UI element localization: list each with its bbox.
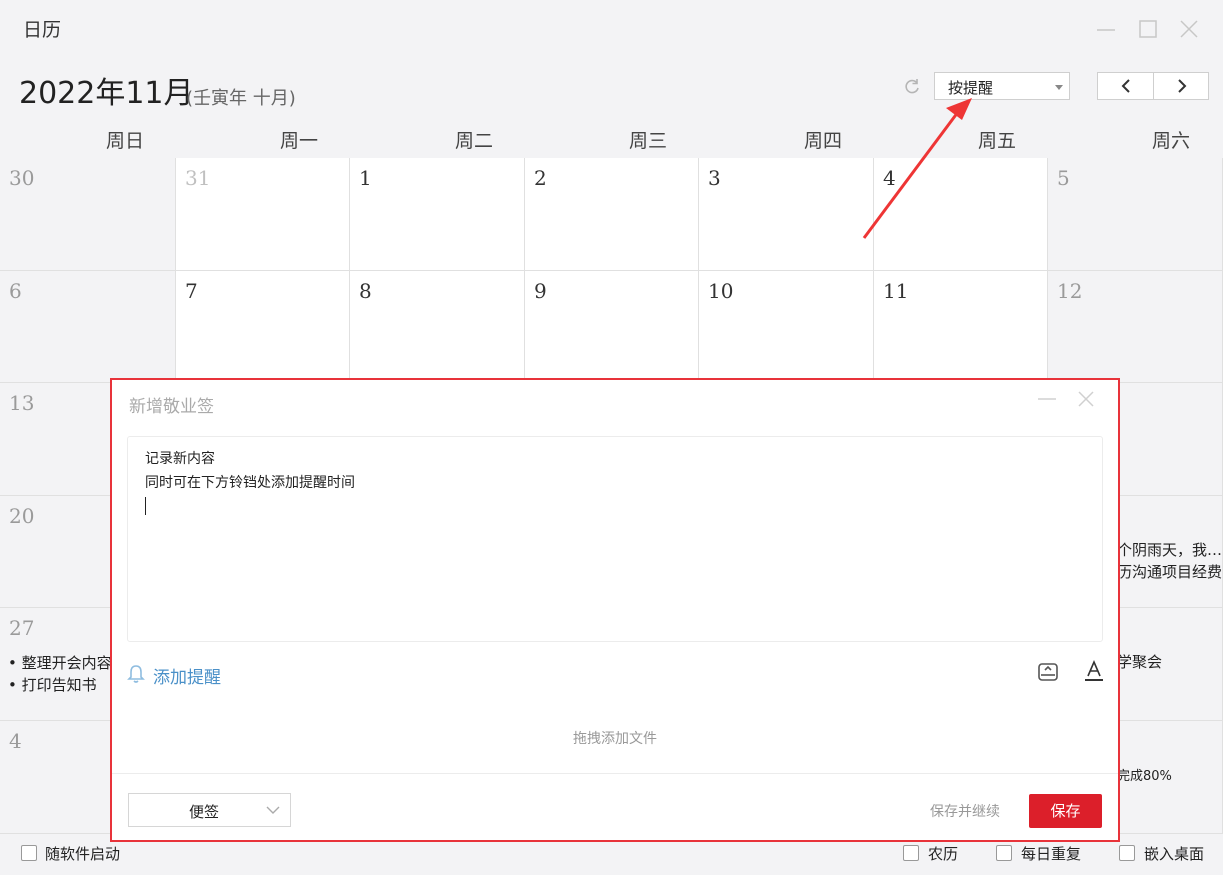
day-number: 5 [1057, 166, 1070, 190]
bell-icon [127, 665, 145, 683]
attachment-icon[interactable] [1036, 659, 1060, 683]
day-number: 20 [9, 504, 35, 528]
editor-line: 记录新内容 [145, 451, 215, 467]
next-month-button[interactable] [1154, 73, 1209, 99]
day-number: 13 [9, 391, 35, 415]
calendar-header: 2022年11月 (壬寅年 十月) 按提醒 周日 周一 周二 周三 周四 周五 … [0, 58, 1223, 158]
startup-label: 随软件启动 [45, 845, 121, 863]
startup-checkbox[interactable] [21, 845, 37, 861]
embed-label: 嵌入桌面 [1144, 845, 1205, 863]
divider [112, 773, 1118, 774]
note-type-label: 便签 [188, 803, 219, 821]
refresh-icon[interactable] [903, 78, 921, 96]
event-item[interactable]: • 打印告知书 [8, 674, 97, 695]
weekday-wed: 周三 [628, 130, 667, 152]
text-format-icon[interactable] [1082, 659, 1106, 683]
chevron-left-icon [1121, 79, 1130, 93]
maximize-icon[interactable] [1137, 18, 1159, 40]
month-navigation [1097, 72, 1209, 100]
day-number: 1 [359, 166, 372, 190]
day-cell[interactable]: 11 [874, 271, 1048, 383]
lunar-month: (壬寅年 十月) [186, 88, 296, 109]
day-number: 27 [9, 616, 35, 640]
event-item[interactable]: 个阴雨天，我… [1117, 539, 1222, 560]
save-and-continue-button[interactable]: 保存并继续 [930, 801, 1000, 821]
lunar-label: 农历 [928, 845, 959, 863]
close-icon[interactable] [1178, 18, 1200, 40]
day-number: 7 [185, 279, 198, 303]
day-cell[interactable]: 4 [874, 158, 1048, 271]
day-cell[interactable]: 10 [699, 271, 874, 383]
weekday-row: 周日 周一 周二 周三 周四 周五 周六 [0, 126, 1223, 154]
day-cell[interactable]: 31 [176, 158, 350, 271]
close-icon[interactable] [1077, 390, 1095, 408]
weekday-sat: 周六 [1151, 130, 1190, 152]
day-cell[interactable]: 6 [0, 271, 176, 383]
save-button[interactable]: 保存 [1029, 794, 1102, 828]
day-number: 3 [708, 166, 721, 190]
weekday-thu: 周四 [803, 130, 842, 152]
day-cell[interactable]: 9 [525, 271, 699, 383]
app-title: 日历 [23, 19, 62, 41]
day-number: 4 [883, 166, 896, 190]
day-cell[interactable]: 30 [0, 158, 176, 271]
day-number: 2 [534, 166, 547, 190]
day-cell[interactable]: 1 [350, 158, 525, 271]
day-number: 8 [359, 279, 372, 303]
weekday-tue: 周二 [454, 130, 493, 152]
text-cursor [145, 497, 146, 515]
event-item[interactable]: 历沟通项目经费 [1117, 561, 1222, 582]
day-cell[interactable]: 7 [176, 271, 350, 383]
day-cell[interactable]: 3 [699, 158, 874, 271]
day-number: 31 [185, 166, 211, 190]
event-item[interactable]: 学聚会 [1117, 651, 1162, 672]
prev-month-button[interactable] [1098, 73, 1153, 99]
add-reminder-label: 添加提醒 [153, 668, 221, 688]
embed-checkbox[interactable] [1119, 845, 1135, 861]
lunar-checkbox[interactable] [903, 845, 919, 861]
day-cell[interactable]: 2 [525, 158, 699, 271]
day-number: 6 [9, 279, 22, 303]
day-number: 11 [883, 279, 909, 303]
editor-line: 同时可在下方铃铛处添加提醒时间 [145, 475, 355, 491]
file-drop-zone[interactable]: 拖拽添加文件 [112, 728, 1118, 748]
note-type-select[interactable]: 便签 [128, 793, 291, 827]
day-number: 30 [9, 166, 35, 190]
mode-select-label: 按提醒 [948, 79, 994, 97]
day-cell[interactable]: 8 [350, 271, 525, 383]
minimize-icon[interactable] [1095, 18, 1117, 40]
day-number: 10 [708, 279, 734, 303]
month-title: 2022年11月 [19, 76, 194, 111]
title-bar: 日历 [0, 0, 1223, 58]
event-item[interactable]: • 整理开会内容 [8, 652, 112, 673]
repeat-label: 每日重复 [1021, 845, 1082, 863]
caret-down-icon [1055, 85, 1063, 90]
chevron-right-icon [1178, 79, 1187, 93]
weekday-fri: 周五 [977, 130, 1016, 152]
note-editor[interactable]: 记录新内容 同时可在下方铃铛处添加提醒时间 [127, 436, 1103, 642]
new-note-dialog: 新增敬业签 记录新内容 同时可在下方铃铛处添加提醒时间 添加提醒 拖拽添加文件 … [110, 378, 1120, 842]
mode-select[interactable]: 按提醒 [934, 72, 1070, 100]
day-number: 4 [9, 729, 22, 753]
chevron-down-icon [266, 806, 280, 814]
repeat-checkbox[interactable] [996, 845, 1012, 861]
day-cell[interactable]: 12 [1048, 271, 1223, 383]
minimize-icon[interactable] [1037, 388, 1057, 410]
weekday-mon: 周一 [279, 130, 318, 152]
day-cell[interactable]: 5 [1048, 158, 1223, 271]
day-number: 12 [1057, 279, 1083, 303]
weekday-sun: 周日 [105, 130, 144, 152]
event-item[interactable]: 完成80% [1117, 765, 1172, 784]
dialog-title: 新增敬业签 [129, 397, 214, 417]
day-number: 9 [534, 279, 547, 303]
